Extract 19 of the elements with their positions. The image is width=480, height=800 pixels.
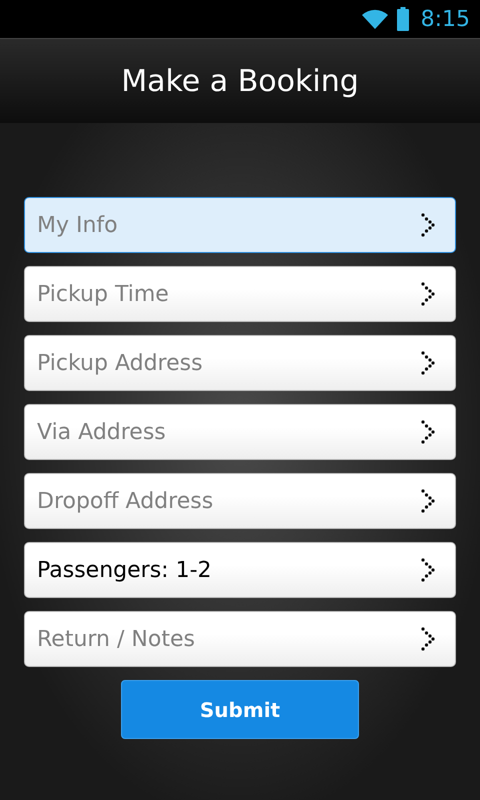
- screen-title: Make a Booking: [121, 64, 359, 98]
- chevron-icon: [421, 213, 435, 237]
- chevron-icon: [421, 489, 435, 513]
- chevron-icon: [421, 420, 435, 444]
- wifi-icon: [360, 8, 389, 30]
- chevron-icon: [421, 282, 435, 306]
- chevron-icon: [421, 351, 435, 375]
- submit-button[interactable]: Submit: [121, 680, 359, 739]
- menu-row[interactable]: Pickup Time: [24, 266, 456, 322]
- menu-row[interactable]: Return / Notes: [24, 611, 456, 667]
- status-time: 8:15: [420, 6, 470, 32]
- chevron-icon: [421, 558, 435, 582]
- menu-row[interactable]: My Info: [24, 197, 456, 253]
- menu-row[interactable]: Pickup Address: [24, 335, 456, 391]
- chevron-icon: [421, 627, 435, 651]
- menu-row[interactable]: Dropoff Address: [24, 473, 456, 529]
- battery-icon: [396, 7, 409, 31]
- menu-row[interactable]: Via Address: [24, 404, 456, 460]
- menu-row[interactable]: Passengers: 1-2: [24, 542, 456, 598]
